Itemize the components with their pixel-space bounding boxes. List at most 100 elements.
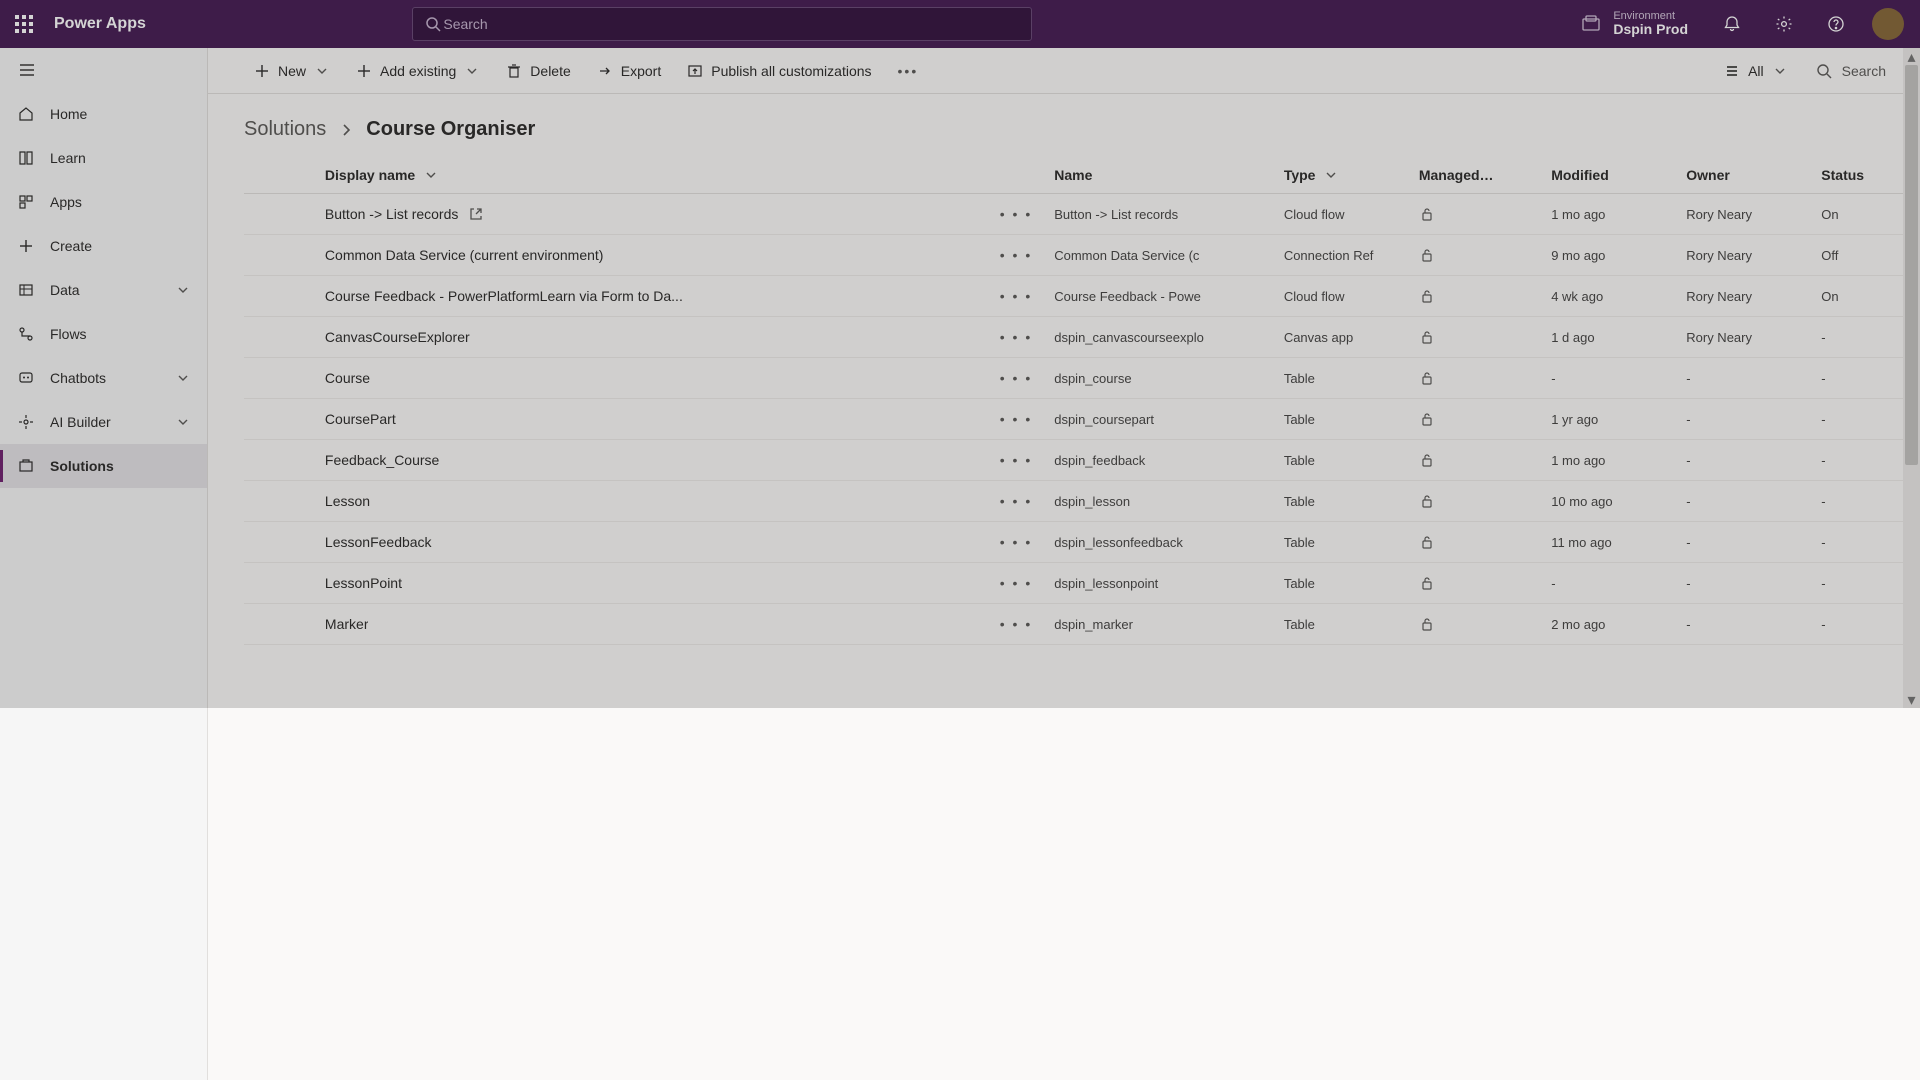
delete-button[interactable]: Delete [494, 48, 582, 93]
nav-solutions[interactable]: Solutions [0, 444, 207, 488]
col-modified[interactable]: Modified [1543, 157, 1678, 194]
col-display-name[interactable]: Display name [317, 157, 1046, 194]
nav-learn[interactable]: Learn [0, 136, 207, 180]
nav-apps[interactable]: Apps [0, 180, 207, 224]
row-type-cell: Connection Ref [1276, 235, 1411, 276]
row-type-cell: Table [1276, 604, 1411, 645]
row-display-cell[interactable]: Button -> List records• • • [317, 194, 1046, 235]
row-select-cell[interactable] [244, 358, 317, 399]
row-more-button[interactable]: • • • [994, 206, 1038, 222]
account-avatar[interactable] [1872, 8, 1904, 40]
row-display-cell[interactable]: CoursePart• • • [317, 399, 1046, 440]
scroll-up-button[interactable]: ▴ [1903, 48, 1920, 65]
row-owner-cell: - [1678, 522, 1813, 563]
row-select-cell[interactable] [244, 317, 317, 358]
row-display-cell[interactable]: LessonFeedback• • • [317, 522, 1046, 563]
row-select-cell[interactable] [244, 563, 317, 604]
row-type-cell: Table [1276, 399, 1411, 440]
col-name[interactable]: Name [1046, 157, 1276, 194]
row-more-button[interactable]: • • • [994, 452, 1038, 468]
list-search-label: Search [1842, 63, 1886, 79]
scroll-down-button[interactable]: ▾ [1903, 691, 1920, 708]
chevron-down-icon [464, 63, 480, 79]
row-more-button[interactable]: • • • [994, 329, 1038, 345]
row-select-cell[interactable] [244, 440, 317, 481]
vertical-scrollbar[interactable]: ▴ ▾ [1903, 48, 1920, 708]
chevron-down-icon [1772, 63, 1788, 79]
col-select[interactable] [244, 157, 317, 194]
open-external-icon[interactable] [468, 206, 484, 222]
left-nav: Home Learn Apps Create Data Flows Chatbo… [0, 48, 208, 1080]
view-filter-button[interactable]: All [1714, 63, 1798, 79]
row-display-cell[interactable]: Course• • • [317, 358, 1046, 399]
row-name-cell: dspin_lesson [1046, 481, 1276, 522]
table-row[interactable]: Course Feedback - PowerPlatformLearn via… [244, 276, 1916, 317]
row-select-cell[interactable] [244, 481, 317, 522]
row-display-cell[interactable]: Common Data Service (current environment… [317, 235, 1046, 276]
row-more-button[interactable]: • • • [994, 575, 1038, 591]
app-launcher-button[interactable] [0, 0, 48, 48]
table-row[interactable]: Feedback_Course• • •dspin_feedbackTable1… [244, 440, 1916, 481]
chevron-down-icon [175, 282, 191, 298]
nav-home[interactable]: Home [0, 92, 207, 136]
nav-collapse-button[interactable] [0, 48, 207, 92]
scroll-thumb[interactable] [1905, 65, 1918, 465]
table-row[interactable]: Lesson• • •dspin_lessonTable10 mo ago-- [244, 481, 1916, 522]
row-display-cell[interactable]: Marker• • • [317, 604, 1046, 645]
table-row[interactable]: CanvasCourseExplorer• • •dspin_canvascou… [244, 317, 1916, 358]
row-select-cell[interactable] [244, 194, 317, 235]
row-select-cell[interactable] [244, 276, 317, 317]
row-more-button[interactable]: • • • [994, 616, 1038, 632]
export-button[interactable]: Export [585, 48, 673, 93]
row-display-cell[interactable]: Feedback_Course• • • [317, 440, 1046, 481]
global-search-input[interactable] [441, 15, 1019, 33]
row-select-cell[interactable] [244, 604, 317, 645]
add-existing-button[interactable]: Add existing [344, 48, 492, 93]
nav-create[interactable]: Create [0, 224, 207, 268]
help-button[interactable] [1812, 0, 1860, 48]
row-more-button[interactable]: • • • [994, 370, 1038, 386]
breadcrumb-root[interactable]: Solutions [244, 118, 326, 141]
list-search-button[interactable]: Search [1806, 63, 1896, 79]
row-select-cell[interactable] [244, 522, 317, 563]
row-display-cell[interactable]: Course Feedback - PowerPlatformLearn via… [317, 276, 1046, 317]
publish-button[interactable]: Publish all customizations [675, 48, 883, 93]
row-select-cell[interactable] [244, 399, 317, 440]
notifications-button[interactable] [1708, 0, 1756, 48]
row-more-button[interactable]: • • • [994, 411, 1038, 427]
row-more-button[interactable]: • • • [994, 288, 1038, 304]
new-button[interactable]: New [242, 48, 342, 93]
col-owner[interactable]: Owner [1678, 157, 1813, 194]
nav-ai-builder[interactable]: AI Builder [0, 400, 207, 444]
col-managed[interactable]: Managed… [1411, 157, 1543, 194]
environment-picker[interactable]: Environment Dspin Prod [1565, 10, 1704, 37]
row-status-cell: - [1813, 563, 1916, 604]
table-row[interactable]: LessonFeedback• • •dspin_lessonfeedbackT… [244, 522, 1916, 563]
row-display-cell[interactable]: LessonPoint• • • [317, 563, 1046, 604]
table-row[interactable]: Button -> List records• • •Button -> Lis… [244, 194, 1916, 235]
col-status[interactable]: Status [1813, 157, 1916, 194]
row-more-button[interactable]: • • • [994, 247, 1038, 263]
row-modified-cell: 1 yr ago [1543, 399, 1678, 440]
nav-flows[interactable]: Flows [0, 312, 207, 356]
row-status-cell: - [1813, 481, 1916, 522]
col-type[interactable]: Type [1276, 157, 1411, 194]
row-more-button[interactable]: • • • [994, 534, 1038, 550]
table-row[interactable]: Common Data Service (current environment… [244, 235, 1916, 276]
row-more-button[interactable]: • • • [994, 493, 1038, 509]
nav-chatbots[interactable]: Chatbots [0, 356, 207, 400]
row-display-cell[interactable]: Lesson• • • [317, 481, 1046, 522]
nav-data[interactable]: Data [0, 268, 207, 312]
row-display-cell[interactable]: CanvasCourseExplorer• • • [317, 317, 1046, 358]
more-icon: • • • [1000, 288, 1032, 304]
row-select-cell[interactable] [244, 235, 317, 276]
row-status-cell: - [1813, 440, 1916, 481]
global-search[interactable] [412, 7, 1032, 41]
table-row[interactable]: Course• • •dspin_courseTable--- [244, 358, 1916, 399]
overflow-button[interactable]: ••• [886, 48, 931, 93]
table-row[interactable]: Marker• • •dspin_markerTable2 mo ago-- [244, 604, 1916, 645]
col-display-name-label: Display name [325, 167, 415, 183]
table-row[interactable]: CoursePart• • •dspin_coursepartTable1 yr… [244, 399, 1916, 440]
settings-button[interactable] [1760, 0, 1808, 48]
table-row[interactable]: LessonPoint• • •dspin_lessonpointTable--… [244, 563, 1916, 604]
